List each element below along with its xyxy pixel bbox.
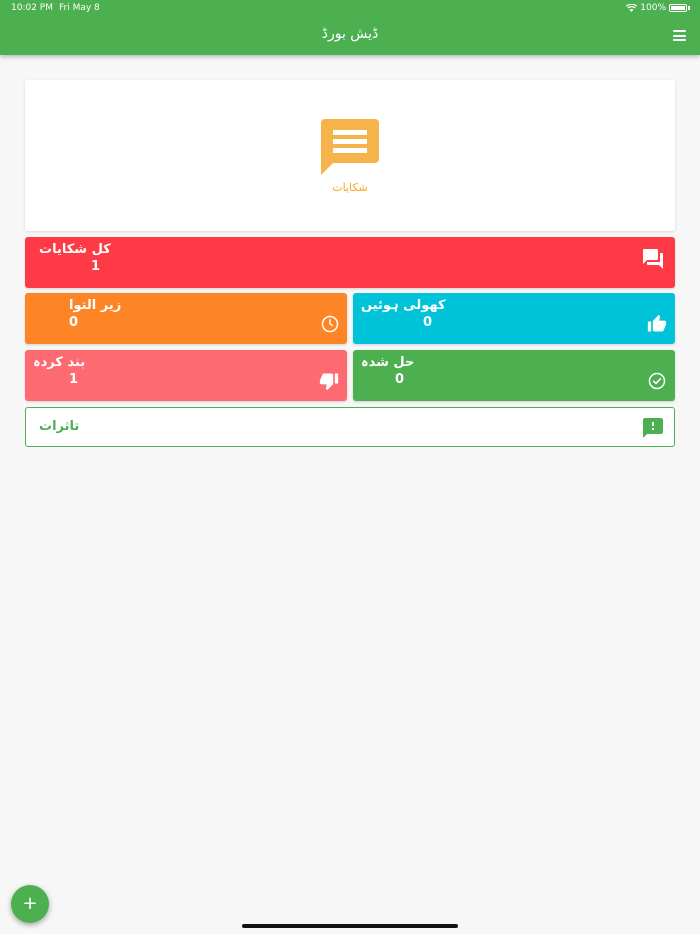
closed-complaints-tile[interactable]: بند کردہ 1 (25, 350, 347, 401)
in-progress-value: 0 (69, 315, 79, 330)
feedback-label: تاثرات (39, 419, 80, 434)
battery-cap (688, 6, 690, 10)
closed-complaints-value: 1 (69, 372, 79, 387)
total-complaints-value: 1 (91, 259, 101, 274)
hamburger-menu-icon[interactable] (673, 30, 686, 41)
complaints-label: شکایات (332, 181, 368, 194)
add-complaint-button[interactable]: + (11, 885, 49, 923)
status-date: Fri May 8 (59, 3, 100, 13)
thumbs-down-icon (319, 373, 339, 391)
total-complaints-label: کل شکایات (39, 242, 111, 257)
open-complaints-tile[interactable]: کھولی ہوئیں 0 (353, 293, 675, 344)
open-complaints-label: کھولی ہوئیں (361, 298, 446, 313)
status-clock: 10:02 PM Fri May 8 (11, 3, 100, 13)
clock-icon (321, 315, 339, 333)
chat-lines-icon (321, 119, 379, 175)
app-header: 10:02 PM Fri May 8 100% ڈیش بورڈ (0, 0, 700, 55)
battery-icon (669, 4, 687, 12)
home-indicator (242, 924, 458, 928)
resolved-complaints-value: 0 (395, 372, 405, 387)
feedback-bar[interactable]: تاثرات (25, 407, 675, 447)
forum-icon (643, 249, 663, 269)
thumbs-up-icon (647, 314, 667, 332)
total-complaints-tile[interactable]: کل شکایات 1 (25, 237, 675, 288)
resolved-complaints-label: حل شدہ (361, 355, 415, 370)
closed-complaints-label: بند کردہ (33, 355, 86, 370)
in-progress-label: زیر التوا (69, 298, 122, 313)
feedback-icon (643, 418, 663, 438)
battery-percent: 100% (640, 3, 666, 13)
status-time: 10:02 PM (11, 3, 53, 13)
in-progress-tile[interactable]: زیر التوا 0 (25, 293, 347, 344)
page-title: ڈیش بورڈ (321, 26, 379, 42)
status-indicators: 100% (626, 3, 690, 13)
open-complaints-value: 0 (423, 315, 433, 330)
check-circle-icon (648, 372, 666, 390)
wifi-icon (626, 4, 638, 12)
resolved-complaints-tile[interactable]: حل شدہ 0 (353, 350, 675, 401)
complaints-card[interactable]: شکایات (25, 80, 675, 231)
